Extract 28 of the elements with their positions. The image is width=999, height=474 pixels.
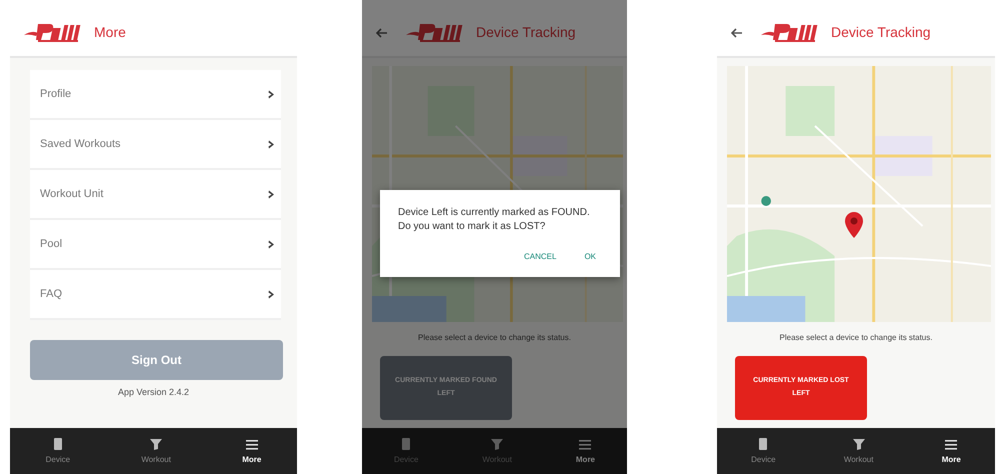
nav-tab[interactable]: Device [741,436,786,466]
nav-tab[interactable]: More [932,436,971,466]
dialog-message: Device Left is currently marked as FOUND. Do you want to mark it as LOST? [398,206,591,233]
funnel-icon [148,436,164,450]
chevron-icon [268,140,275,148]
map-pin-icon[interactable] [845,212,863,238]
chevron-icon [268,190,275,198]
nav-tab[interactable]: Workout [834,436,884,466]
back-arrow-icon [731,28,743,38]
nav-tab[interactable]: More [232,436,272,466]
hint-text: Please select a device to change its status. [778,332,934,344]
nav-tab[interactable]: Device [36,436,80,466]
nav-tab[interactable]: More [566,436,606,466]
version-text: App Version 2.4.2 [116,386,190,400]
chevron-icon [268,290,275,298]
nav-tab[interactable]: Workout [131,436,181,466]
chevron-icon [268,90,275,98]
sign-out-button[interactable]: Sign Out [30,340,283,380]
chevron-icon [268,240,275,248]
back-arrow-icon [376,28,388,38]
screen-title: Device Tracking [476,22,576,42]
hint-text: Please select a device to change its status. [417,332,572,344]
dialog-button[interactable]: OK [578,249,602,265]
dialog-button[interactable]: CANCEL [518,249,562,265]
screen-title: Device Tracking [831,22,931,42]
screen-title: More [94,22,126,42]
funnel-icon [850,436,867,450]
funnel-icon [489,436,506,450]
